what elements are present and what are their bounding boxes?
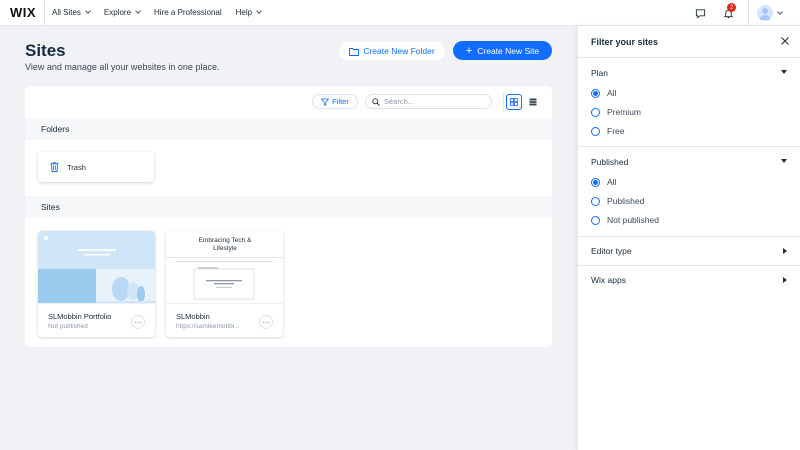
site-card[interactable]: Embracing Tech & Lifestyle SLMobbin http…: [166, 231, 283, 337]
sites-heading: Sites: [25, 196, 552, 218]
nav-all-sites-label: All Sites: [52, 8, 81, 17]
plan-option-free[interactable]: Free: [591, 126, 624, 136]
plus-icon: +: [465, 44, 473, 57]
filter-button[interactable]: Filter: [312, 94, 358, 109]
radio-button[interactable]: [591, 215, 600, 225]
search-input[interactable]: [384, 97, 484, 106]
create-site-label: Create New Site: [477, 45, 540, 56]
plan-option-label: All: [607, 88, 617, 98]
site-thumbnail: [38, 231, 155, 304]
radio-button[interactable]: [591, 88, 600, 98]
folders-heading: Folders: [25, 118, 552, 140]
account-menu[interactable]: [748, 0, 800, 26]
divider: [578, 236, 800, 237]
site-name: SLMobbin: [176, 312, 210, 321]
page-subtitle: View and manage all your websites in one…: [25, 62, 220, 72]
plan-option-label: Free: [607, 126, 625, 136]
trash-icon: [50, 162, 59, 172]
site-name: SLMobbin Portfolio: [48, 312, 112, 321]
create-folder-label: Create New Folder: [363, 46, 435, 56]
bell-icon[interactable]: 2: [718, 3, 738, 23]
create-folder-button[interactable]: Create New Folder: [339, 42, 445, 60]
folders-area: Trash: [25, 140, 552, 196]
site-card[interactable]: SLMobbin Portfolio Not published ...: [38, 231, 155, 337]
radio-button[interactable]: [591, 107, 600, 117]
collapse-triangle-icon[interactable]: [781, 159, 787, 163]
folder-icon: [349, 47, 360, 56]
chevron-down-icon: [135, 8, 141, 14]
nav-explore[interactable]: Explore: [97, 0, 147, 25]
filter-sidebar-title: Filter your sites: [591, 37, 659, 47]
expand-triangle-icon[interactable]: [783, 277, 787, 283]
site-url[interactable]: https://samleemobbi...: [176, 323, 256, 330]
chevron-down-icon: [85, 8, 91, 14]
plan-section-title[interactable]: Plan: [591, 68, 608, 78]
top-right-actions: 2: [690, 0, 800, 26]
nav-all-sites[interactable]: All Sites: [44, 0, 97, 25]
editor-type-section-title[interactable]: Editor type: [591, 246, 632, 256]
site-preview-graphic: [38, 231, 155, 303]
grid-icon: [509, 98, 518, 106]
nav-hire-professional[interactable]: Hire a Professional: [147, 0, 229, 25]
filter-sidebar: Filter your sites Plan All Premium Free …: [578, 26, 800, 450]
radio-button[interactable]: [591, 126, 600, 136]
divider: [578, 265, 800, 266]
nav-hire-professional-label: Hire a Professional: [154, 8, 222, 17]
sites-area: SLMobbin Portfolio Not published ... Emb…: [25, 218, 552, 347]
site-status: Not published: [48, 323, 88, 330]
divider: [578, 146, 800, 147]
site-preview-graphic: [166, 257, 283, 300]
collapse-triangle-icon[interactable]: [781, 70, 787, 74]
sites-toolbar: Filter: [25, 86, 552, 118]
divider: [578, 57, 800, 58]
plan-option-premium[interactable]: Premium: [591, 107, 641, 117]
site-thumbnail: Embracing Tech & Lifestyle: [166, 231, 283, 304]
published-option-label: All: [607, 177, 617, 187]
list-view-button[interactable]: [526, 94, 541, 110]
page-title: Sites: [25, 41, 66, 60]
avatar: [757, 5, 773, 21]
sites-panel: Filter Folders Trash Sites: [25, 86, 552, 347]
folders-heading-label: Folders: [41, 124, 70, 134]
expand-triangle-icon[interactable]: [783, 248, 787, 254]
chevron-down-icon: [256, 8, 262, 14]
close-icon[interactable]: [780, 36, 790, 46]
search-icon: [372, 97, 380, 106]
trash-folder[interactable]: Trash: [38, 152, 154, 182]
nav-help[interactable]: Help: [229, 0, 268, 25]
filter-label: Filter: [332, 97, 349, 106]
top-bar: WIX All Sites Explore Hire a Professiona…: [0, 0, 800, 26]
grid-view-button[interactable]: [506, 94, 522, 110]
published-option-not-published[interactable]: Not published: [591, 215, 659, 225]
radio-button[interactable]: [591, 196, 600, 206]
list-icon: [529, 98, 537, 106]
wix-apps-section-title[interactable]: Wix apps: [591, 275, 626, 285]
published-option-label: Published: [607, 196, 645, 206]
published-option-published[interactable]: Published: [591, 196, 644, 206]
create-site-button[interactable]: + Create New Site: [453, 41, 552, 60]
trash-folder-label: Trash: [67, 162, 86, 172]
radio-button[interactable]: [591, 177, 600, 187]
search-box: [365, 94, 492, 109]
more-actions-button[interactable]: ...: [259, 315, 273, 329]
chevron-down-icon: [777, 8, 783, 15]
plan-option-label: Premium: [607, 107, 642, 117]
notification-badge: 2: [727, 3, 736, 12]
published-option-all[interactable]: All: [591, 177, 616, 187]
chat-icon[interactable]: [690, 3, 710, 23]
more-actions-button[interactable]: ...: [131, 315, 145, 329]
nav-explore-label: Explore: [103, 8, 132, 17]
wix-logo[interactable]: WIX: [0, 5, 44, 20]
published-section-title[interactable]: Published: [591, 157, 628, 167]
plan-option-all[interactable]: All: [591, 88, 616, 98]
sites-heading-label: Sites: [41, 202, 60, 212]
view-toggle: [503, 93, 541, 111]
top-nav: All Sites Explore Hire a Professional He…: [44, 0, 268, 25]
nav-help-label: Help: [235, 8, 253, 17]
filter-icon: [321, 98, 330, 106]
published-option-label: Not published: [607, 215, 659, 225]
